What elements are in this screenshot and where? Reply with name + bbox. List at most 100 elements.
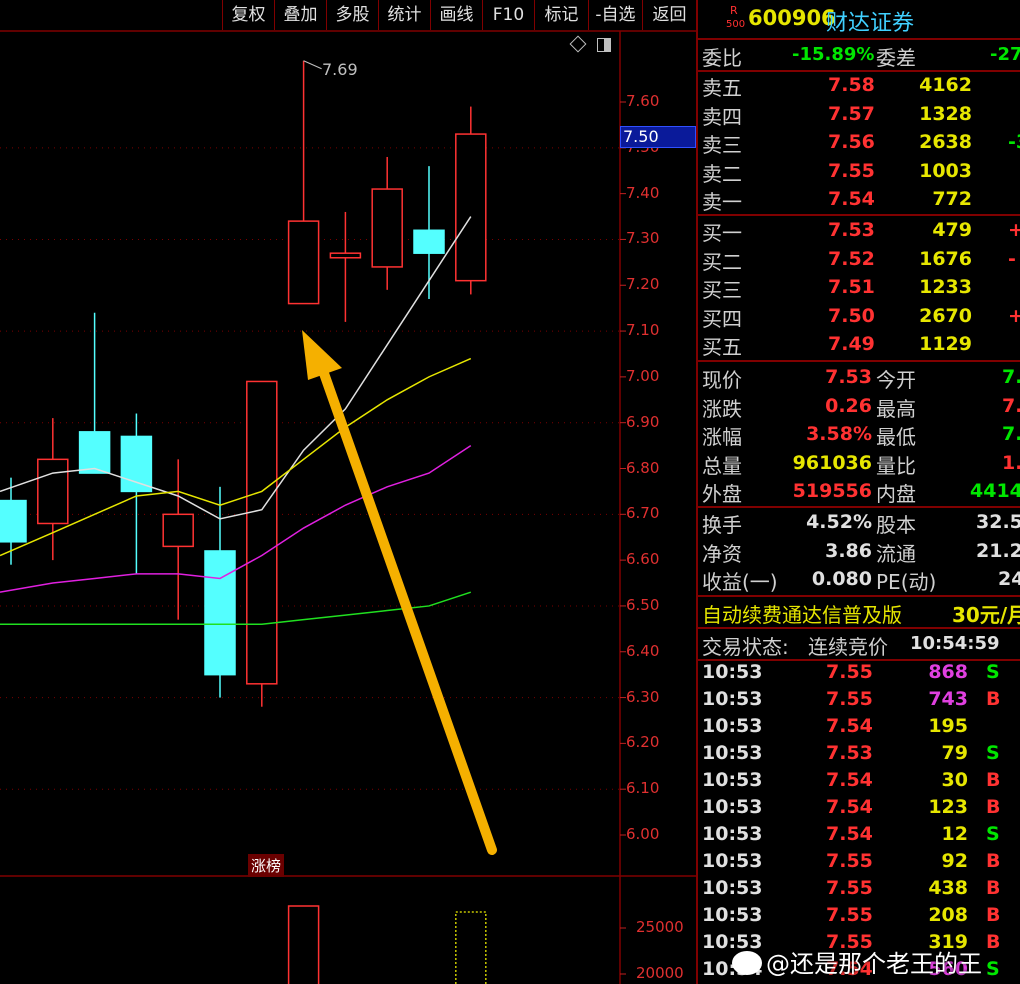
buy-level-label: 买二 <box>702 249 742 274</box>
stat-row: 总量 961036量比 1. <box>698 450 1020 478</box>
sell-order-row[interactable]: 卖四 7.57 1328 <box>698 101 1020 129</box>
rank-badge[interactable]: 涨榜 <box>248 854 285 877</box>
stat-value: 3.86 <box>825 539 872 562</box>
tick-row[interactable]: 10:53 7.55 208 B <box>698 904 1020 931</box>
candle[interactable] <box>120 413 153 574</box>
tick-row[interactable]: 10:53 7.55 92 B <box>698 850 1020 877</box>
tick-row[interactable]: 10:53 7.54 12 S <box>698 823 1020 850</box>
tick-row[interactable]: 10:53 7.54 30 B <box>698 769 1020 796</box>
buy-volume: 2670 <box>919 304 972 327</box>
buy-level-label: 买五 <box>702 335 742 360</box>
candle[interactable] <box>371 156 403 290</box>
stat-label: 外盘 <box>702 482 742 507</box>
buy-order-row[interactable]: 买一 7.53 479 +3 <box>698 217 1020 245</box>
stat-value: 4.52% <box>806 511 872 533</box>
tick-volume: 438 <box>928 877 968 899</box>
candle-body <box>120 435 153 493</box>
tick-row[interactable]: 10:53 7.54 123 B <box>698 796 1020 823</box>
moving-average-line <box>0 444 472 593</box>
tick-row[interactable]: 10:53 7.53 79 S <box>698 742 1020 769</box>
price-tick-label: 6.80 <box>626 458 660 477</box>
trading-status-row: 交易状态: 连续竞价 10:54:59 <box>698 631 1020 659</box>
stat-label: 换手 <box>702 513 742 537</box>
sell-volume: 1328 <box>919 102 972 125</box>
stat-label: 今开 <box>876 368 916 392</box>
candle[interactable] <box>413 166 445 299</box>
stat-label: 涨幅 <box>702 425 742 450</box>
candle[interactable] <box>162 459 194 620</box>
trading-status-time: 10:54:59 <box>910 633 1000 654</box>
buy-change: - <box>1008 247 1016 270</box>
order-ratio-value: -15.89% <box>792 44 875 65</box>
sell-order-row[interactable]: 卖五 7.58 4162 <box>698 72 1020 100</box>
toolbar-button-7[interactable]: -自选 <box>588 0 642 30</box>
tick-volume: 30 <box>941 769 968 791</box>
tick-side: S <box>986 742 1000 764</box>
candle-body <box>413 229 445 254</box>
buy-level-label: 买四 <box>702 306 742 331</box>
sell-order-row[interactable]: 卖一 7.54 772 <box>698 186 1020 214</box>
tick-row[interactable]: 10:53 7.55 868 S <box>698 661 1020 688</box>
tick-row[interactable]: 10:53 7.55 438 B <box>698 877 1020 904</box>
volume-bar <box>455 911 487 984</box>
tick-side: B <box>986 904 1001 926</box>
tick-volume: 208 <box>928 904 968 926</box>
toolbar-button-6[interactable]: 标记 <box>534 0 588 30</box>
price-tag: 7.50 <box>620 126 696 148</box>
toolbar-button-0[interactable]: 复权 <box>222 0 274 30</box>
order-ratio-label: 委比 <box>702 46 742 70</box>
stat-value: 7.53 <box>825 366 872 388</box>
trading-status-label: 交易状态: <box>702 635 789 659</box>
price-tick-label: 6.90 <box>626 412 660 431</box>
candle[interactable] <box>246 380 278 707</box>
stock-header[interactable]: R 500 600906 财达证券 <box>698 0 1020 38</box>
candle[interactable] <box>287 60 320 305</box>
promo-text: 自动续费通达信普及版 <box>702 603 902 627</box>
tick-time: 10:53 <box>702 688 763 710</box>
buy-order-row[interactable]: 买二 7.52 1676 - <box>698 246 1020 274</box>
promo-banner[interactable]: 自动续费通达信普及版 30元/月 <box>698 599 1020 627</box>
panel-toggle-icon[interactable] <box>597 38 611 52</box>
toolbar-button-2[interactable]: 多股 <box>326 0 378 30</box>
candle[interactable] <box>37 418 69 561</box>
tick-side: S <box>986 958 1000 980</box>
kline-chart-panel[interactable]: 复权叠加多股统计画线F10标记-自选返回 7.60 7.50 7.40 7.30 7.2… <box>0 0 696 984</box>
buy-order-row[interactable]: 买五 7.49 1129 <box>698 331 1020 359</box>
candle[interactable] <box>78 312 111 474</box>
sell-price: 7.58 <box>828 74 875 96</box>
toolbar-button-3[interactable]: 统计 <box>378 0 430 30</box>
buy-order-row[interactable]: 买四 7.50 2670 + <box>698 303 1020 331</box>
stat-label: 总量 <box>702 453 742 478</box>
buy-price: 7.49 <box>828 333 875 356</box>
stat-value: 7. <box>1002 423 1020 446</box>
toolbar-button-8[interactable]: 返回 <box>642 0 696 30</box>
toolbar-button-1[interactable]: 叠加 <box>274 0 326 30</box>
sell-order-row[interactable]: 卖三 7.56 2638 -3 <box>698 129 1020 157</box>
stat-value: 24 <box>998 568 1020 591</box>
tick-row[interactable]: 10:53 7.54 195 <box>698 715 1020 742</box>
candle[interactable] <box>455 106 487 295</box>
stat-value: 1. <box>1002 451 1020 474</box>
toolbar-button-5[interactable]: F10 <box>482 0 534 30</box>
candle[interactable] <box>329 211 362 322</box>
sell-order-row[interactable]: 卖二 7.55 1003 <box>698 158 1020 186</box>
stat-value: 21.2 <box>976 539 1020 562</box>
price-tick-label: 7.00 <box>626 366 660 385</box>
price-tick-label: 6.40 <box>626 641 660 660</box>
sell-volume: 772 <box>932 188 972 211</box>
stat-value: 4414 <box>970 480 1020 503</box>
price-tick-label: 6.00 <box>626 825 660 843</box>
moving-average-line <box>0 357 472 557</box>
candle-body <box>455 133 487 282</box>
sell-price: 7.57 <box>828 102 875 125</box>
tick-volume: 123 <box>928 796 968 818</box>
candle-body <box>0 499 27 543</box>
kline-chart[interactable] <box>0 0 696 984</box>
buy-order-row[interactable]: 买三 7.51 1233 <box>698 274 1020 302</box>
tick-row[interactable]: 10:53 7.55 743 B <box>698 688 1020 715</box>
stock-code: 600906 <box>748 6 836 30</box>
toolbar-button-4[interactable]: 画线 <box>430 0 482 30</box>
stat-label: 内盘 <box>876 482 916 507</box>
tick-time: 10:53 <box>702 823 763 845</box>
price-tick-label: 7.30 <box>626 229 660 248</box>
